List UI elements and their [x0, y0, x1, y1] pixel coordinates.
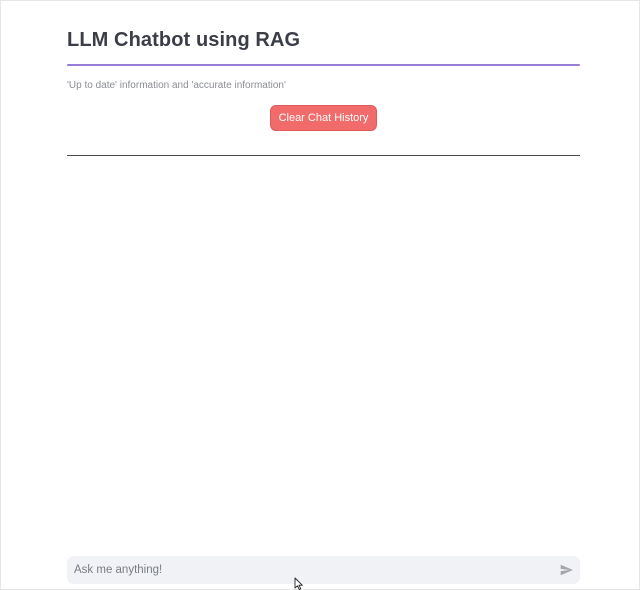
clear-chat-history-button[interactable]: Clear Chat History: [270, 105, 377, 131]
send-icon: [560, 564, 573, 576]
app-window: LLM Chatbot using RAG 'Up to date' infor…: [0, 0, 640, 590]
page-caption: 'Up to date' information and 'accurate i…: [67, 80, 286, 91]
divider: [67, 155, 580, 156]
page-title: LLM Chatbot using RAG: [67, 29, 301, 51]
mouse-pointer-icon: [294, 577, 303, 590]
chat-message-area: [67, 161, 580, 551]
chat-input-container: [67, 556, 580, 584]
title-underline: [67, 64, 580, 66]
chat-input[interactable]: [67, 556, 547, 584]
send-button[interactable]: [558, 562, 574, 578]
